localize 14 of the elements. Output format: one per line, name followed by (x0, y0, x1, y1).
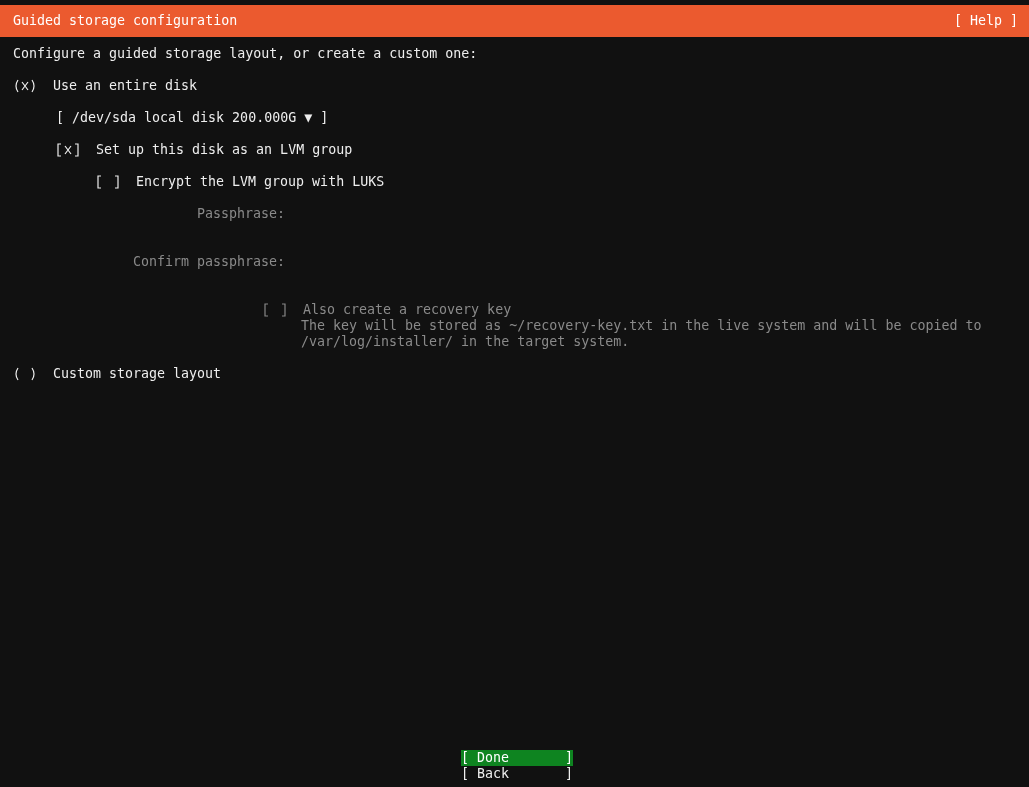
radio-label[interactable]: Use an entire disk (53, 78, 198, 94)
footer-button[interactable]: [ Done ] (461, 750, 574, 766)
footer-button[interactable]: [ Back ] (461, 766, 574, 782)
checkbox-label[interactable]: Set up this disk as an LVM group (96, 142, 353, 158)
field-label: Confirm passphrase: (132, 254, 285, 269)
radio-label[interactable]: Custom storage layout (53, 366, 222, 382)
screen-title: Guided storage configuration (13, 13, 238, 29)
radio-icon[interactable] (13, 366, 37, 382)
disk-dropdown[interactable]: [ /dev/sda local disk 200.000G ▼ ] (56, 110, 329, 126)
field-label: Passphrase: (196, 206, 285, 221)
checkbox-label[interactable]: Encrypt the LVM group with LUKS (136, 174, 385, 190)
intro-text: Configure a guided storage layout, or create a custom one: (13, 46, 478, 62)
radio-icon[interactable] (13, 78, 37, 94)
recovery-description: The key will be stored as ~/recovery-key.txt in the live system and will be copied to /var/log/installer/ in the target system. (301, 318, 982, 350)
